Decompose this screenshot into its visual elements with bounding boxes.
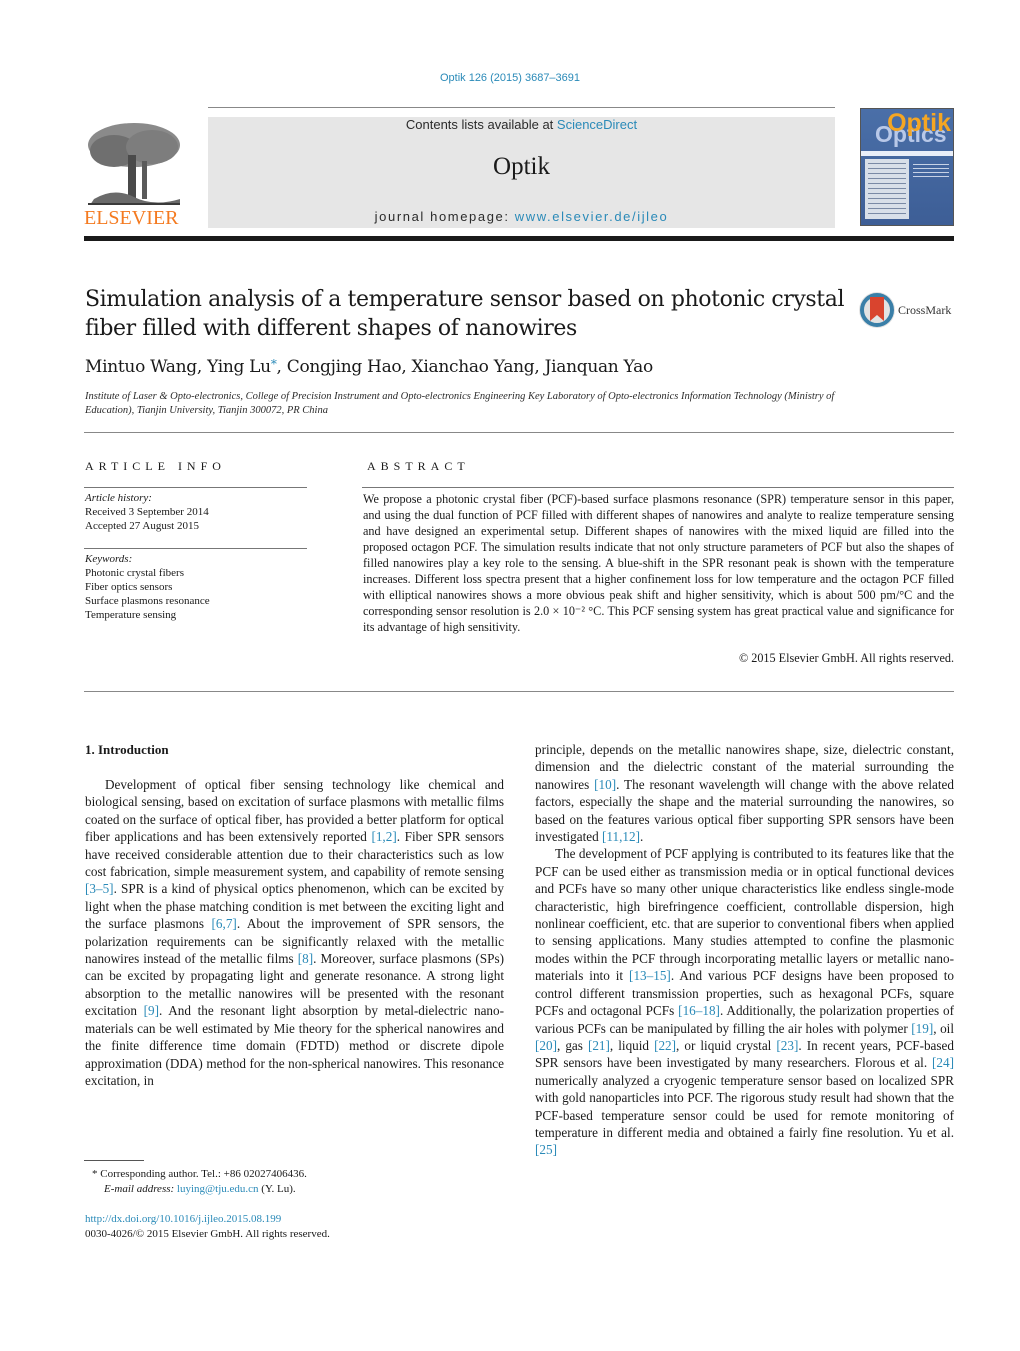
abstract-copyright: © 2015 Elsevier GmbH. All rights reserve… [738,651,954,665]
homepage-line: journal homepage: www.elsevier.de/ijleo [208,209,835,224]
body-column-left: Development of optical fiber sensing tec… [85,776,504,1089]
contents-line: Contents lists available at ScienceDirec… [208,117,835,132]
citation-link[interactable]: [20] [535,1038,557,1053]
affiliation: Institute of Laser & Opto-electronics, C… [85,391,835,416]
paragraph: The development of PCF applying is contr… [535,846,955,1158]
email-line: E-mail address: luying@tju.edu.cn (Y. Lu… [92,1182,307,1197]
journal-title: Optik [493,153,550,180]
footnote-star: * [92,1168,98,1180]
keywords-rule [84,548,307,549]
author-list: Mintuo Wang, Ying Lu*, Congjing Hao, Xia… [85,357,653,377]
abstract-bottom-rule [84,691,954,692]
keyword-item: Photonic crystal fibers [85,567,184,579]
citation-link[interactable]: [10] [594,777,616,792]
article-title: Simulation analysis of a temperature sen… [85,287,845,341]
elsevier-tree-icon [84,117,184,207]
homepage-prefix: journal homepage: [374,209,515,224]
crossmark-label: CrossMark [898,303,952,317]
citation-link[interactable]: [23] [776,1038,798,1053]
authors-part-2: , Congjing Hao, Xianchao Yang, Jianquan … [276,357,654,377]
keywords: Keywords: Photonic crystal fibers Fiber … [85,552,210,622]
citation-link[interactable]: [19] [911,1021,933,1036]
citation-link[interactable]: [25] [535,1142,557,1157]
accepted-date: Accepted 27 August 2015 [85,520,199,532]
contents-prefix: Contents lists available at [405,117,557,132]
email-suffix: (Y. Lu). [258,1183,296,1195]
history-label: Article history: [85,492,152,504]
article-info-heading: ARTICLE INFO [85,459,226,473]
keywords-label: Keywords: [85,553,133,565]
footnote-rule [84,1160,144,1161]
keyword-item: Temperature sensing [85,609,177,621]
received-date: Received 3 September 2014 [85,506,209,518]
citation-link[interactable]: [22] [654,1038,676,1053]
homepage-link[interactable]: www.elsevier.de/ijleo [515,209,669,224]
citation-link[interactable]: [11,12] [602,829,640,844]
paragraph: principle, depends on the metallic nanow… [535,742,955,845]
journal-cover-image[interactable]: Optics Optik [860,108,954,226]
abstract-text: We propose a photonic crystal fiber (PCF… [363,492,954,634]
citation-link[interactable]: [8] [298,951,313,966]
email-label: E-mail address: [104,1183,175,1195]
section-heading-introduction: 1. Introduction [85,742,169,757]
doi-block: http://dx.doi.org/10.1016/j.ijleo.2015.0… [85,1212,330,1242]
paragraph: Development of optical fiber sensing tec… [85,777,505,1088]
cover-side-text [913,161,949,177]
abstract-heading: ABSTRACT [367,459,470,473]
article-history: Article history: Received 3 September 20… [85,491,209,533]
article-info-rule [84,487,307,488]
corresponding-author-note: * Corresponding author. Tel.: +86 020274… [92,1167,307,1182]
title-divider [84,432,954,433]
cover-band [861,151,953,156]
authors-part-1: Mintuo Wang, Ying Lu [85,357,271,377]
citation-link[interactable]: [21] [588,1038,610,1053]
citation-link[interactable]: [24] [932,1055,954,1070]
cover-title-optik: Optik [887,109,951,137]
issn-copyright: 0030-4026/© 2015 Elsevier GmbH. All righ… [85,1228,330,1240]
corresponding-author-text: Corresponding author. Tel.: +86 02027406… [100,1168,307,1180]
citation-link[interactable]: [3–5] [85,881,114,896]
keyword-item: Fiber optics sensors [85,581,173,593]
journal-reference[interactable]: Optik 126 (2015) 3687–3691 [0,72,1020,84]
email-link[interactable]: luying@tju.edu.cn [177,1183,259,1195]
abstract-rule [362,487,954,488]
journal-reference-link[interactable]: Optik 126 (2015) 3687–3691 [440,72,580,84]
citation-link[interactable]: [16–18] [678,1003,720,1018]
citation-link[interactable]: [13–15] [629,968,671,983]
keyword-item: Surface plasmons resonance [85,595,210,607]
header-rule [208,107,835,108]
elsevier-wordmark: ELSEVIER [84,207,179,229]
body-column-right: principle, depends on the metallic nanow… [535,741,954,1159]
citation-link[interactable]: [1,2] [371,829,396,844]
doi-link[interactable]: http://dx.doi.org/10.1016/j.ijleo.2015.0… [85,1212,330,1227]
cover-contents-panel [865,159,909,219]
crossmark-icon [859,292,895,328]
footnote: * Corresponding author. Tel.: +86 020274… [92,1167,307,1197]
citation-link[interactable]: [9] [144,1003,159,1018]
elsevier-logo[interactable]: ELSEVIER [84,117,186,229]
header-thick-rule [84,236,954,241]
crossmark-badge[interactable]: CrossMark [858,291,958,329]
journal-header-box: Contents lists available at ScienceDirec… [208,117,835,228]
sciencedirect-link[interactable]: ScienceDirect [557,117,637,132]
citation-link[interactable]: [6,7] [212,916,237,931]
